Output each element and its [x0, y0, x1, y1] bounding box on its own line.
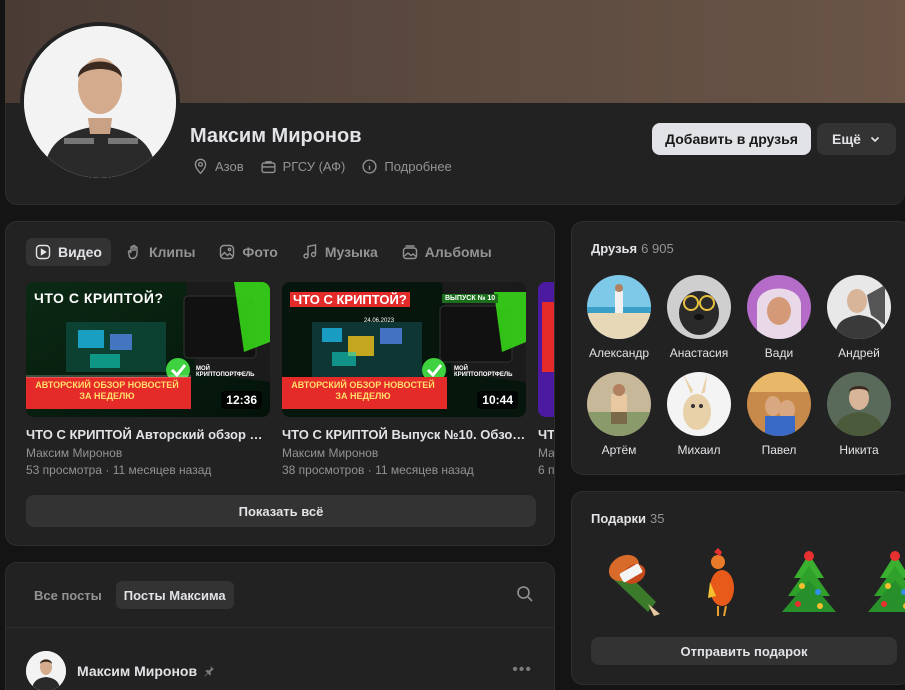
gift-bouquet-icon[interactable] — [600, 546, 670, 618]
thumbnail-tag: МОЙ КРИПТОПОРТФЕЛЬ — [454, 366, 513, 378]
friend-avatar — [747, 372, 811, 436]
video-thumbnail[interactable]: ЧТО С КРИПТОЙ? АВТОРСКИЙ ОБЗОР НОВОСТЕЙ … — [26, 282, 270, 417]
clips-icon — [127, 244, 138, 260]
friend-avatar — [667, 275, 731, 339]
video-meta: 38 просмотров · 11 месяцев назад — [282, 463, 474, 477]
info-icon — [362, 159, 377, 174]
thumbnail-title: ЧТО С КРИПТОЙ? — [290, 292, 410, 307]
tab-clips[interactable]: Клипы — [117, 238, 204, 266]
chevron-down-icon — [870, 136, 880, 143]
video-card[interactable]: ЧТО С КРИПТОЙ? ВЫПУСК № 10 24.06.2023 АВ… — [282, 282, 526, 477]
friend-avatar — [667, 372, 731, 436]
video-author[interactable]: Мак — [538, 446, 554, 460]
gifts-title[interactable]: Подарки 35 — [591, 511, 665, 526]
tab-photo[interactable]: Фото — [210, 238, 286, 266]
post-author-avatar[interactable] — [26, 651, 66, 690]
post-menu-icon[interactable]: ••• — [512, 661, 532, 679]
friend-item[interactable]: Александр — [579, 275, 659, 360]
profile-city[interactable]: Азов — [192, 158, 244, 175]
posts-panel: Все посты Посты Максима Максим Миронов •… — [5, 562, 555, 690]
video-author[interactable]: Максим Миронов — [26, 446, 270, 460]
friends-panel: Друзья 6 905 Александр Анастасия Вади Анд… — [571, 221, 905, 475]
posts-tabs: Все посты Посты Максима — [26, 581, 234, 609]
briefcase-icon — [261, 161, 276, 174]
post-author[interactable]: Максим Миронов — [77, 663, 215, 679]
thumbnail-banner: АВТОРСКИЙ ОБЗОР НОВОСТЕЙ ЗА НЕДЕЛЮ — [291, 380, 435, 401]
friend-avatar — [587, 275, 651, 339]
gifts-count: 35 — [650, 511, 665, 526]
posts-divider — [6, 627, 554, 628]
gift-tree-icon[interactable] — [860, 546, 905, 618]
profile-university[interactable]: РГСУ (АФ) — [260, 158, 345, 175]
thumbnail-banner: АВТОРСКИЙ ОБЗОР НОВОСТЕЙ ЗА НЕДЕЛЮ — [35, 380, 179, 401]
gift-tree-icon[interactable] — [774, 546, 844, 618]
gift-rooster-icon[interactable] — [688, 546, 758, 618]
tab-music[interactable]: Музыка — [293, 238, 387, 266]
media-panel: Видео Клипы Фото Музыка Альбомы ЧТО С КР… — [5, 221, 555, 546]
friend-avatar — [747, 275, 811, 339]
location-icon — [194, 158, 207, 175]
video-duration: 12:36 — [221, 391, 262, 409]
video-title[interactable]: ЧТО С КРИПТОЙ Авторский обзор новостей з… — [26, 427, 270, 442]
music-icon — [303, 244, 317, 259]
tab-video[interactable]: Видео — [26, 238, 111, 266]
friend-item[interactable]: Михаил — [659, 372, 739, 457]
profile-info-row: Азов РГСУ (АФ) Подробнее — [192, 158, 462, 175]
friend-item[interactable]: Павел — [739, 372, 819, 457]
thumbnail-tag: МОЙ КРИПТОПОРТФЕЛЬ — [196, 366, 255, 378]
albums-icon — [402, 245, 417, 260]
pin-icon — [204, 666, 215, 677]
video-icon — [35, 244, 51, 260]
show-all-button[interactable]: Показать всё — [26, 495, 536, 527]
video-title[interactable]: ЧТО — [538, 427, 554, 442]
profile-name: Максим Миронов — [190, 125, 362, 147]
profile-more-info[interactable]: Подробнее — [361, 158, 452, 175]
friends-title[interactable]: Друзья 6 905 — [591, 241, 674, 256]
friend-item[interactable]: Никита — [819, 372, 899, 457]
friend-item[interactable]: Артём — [579, 372, 659, 457]
video-title[interactable]: ЧТО С КРИПТОЙ Выпуск №10. Обзор новостей — [282, 427, 526, 442]
tab-own-posts[interactable]: Посты Максима — [115, 581, 234, 609]
thumbnail-date: 24.06.2023 — [364, 318, 395, 324]
friends-count: 6 905 — [641, 241, 674, 256]
friend-avatar — [827, 275, 891, 339]
friend-item[interactable]: Андрей — [819, 275, 899, 360]
search-icon[interactable] — [516, 585, 534, 603]
profile-avatar[interactable] — [20, 22, 180, 182]
video-thumbnail[interactable] — [538, 282, 554, 417]
thumbnail-title: ЧТО С КРИПТОЙ? — [34, 290, 164, 306]
more-button[interactable]: Ещё — [817, 123, 896, 155]
video-card[interactable]: ЧТО Мак 6 пр — [538, 282, 555, 477]
friend-item[interactable]: Анастасия — [659, 275, 739, 360]
tab-all-posts[interactable]: Все посты — [26, 581, 110, 609]
video-card[interactable]: ЧТО С КРИПТОЙ? АВТОРСКИЙ ОБЗОР НОВОСТЕЙ … — [26, 282, 270, 477]
thumbnail-issue: ВЫПУСК № 10 — [442, 294, 499, 303]
friend-avatar — [827, 372, 891, 436]
friend-avatar — [587, 372, 651, 436]
gifts-panel: Подарки 35 Отправить подарок — [571, 491, 905, 685]
video-duration: 10:44 — [477, 391, 518, 409]
video-meta: 53 просмотра · 11 месяцев назад — [26, 463, 212, 477]
photo-icon — [220, 244, 235, 260]
add-friend-button[interactable]: Добавить в друзья — [652, 123, 811, 155]
tab-albums[interactable]: Альбомы — [393, 238, 501, 266]
media-tabs: Видео Клипы Фото Музыка Альбомы — [26, 238, 501, 266]
video-author[interactable]: Максим Миронов — [282, 446, 526, 460]
friend-item[interactable]: Вади — [739, 275, 819, 360]
video-meta: 6 пр — [538, 463, 555, 477]
send-gift-button[interactable]: Отправить подарок — [591, 637, 897, 665]
video-thumbnail[interactable]: ЧТО С КРИПТОЙ? ВЫПУСК № 10 24.06.2023 АВ… — [282, 282, 526, 417]
